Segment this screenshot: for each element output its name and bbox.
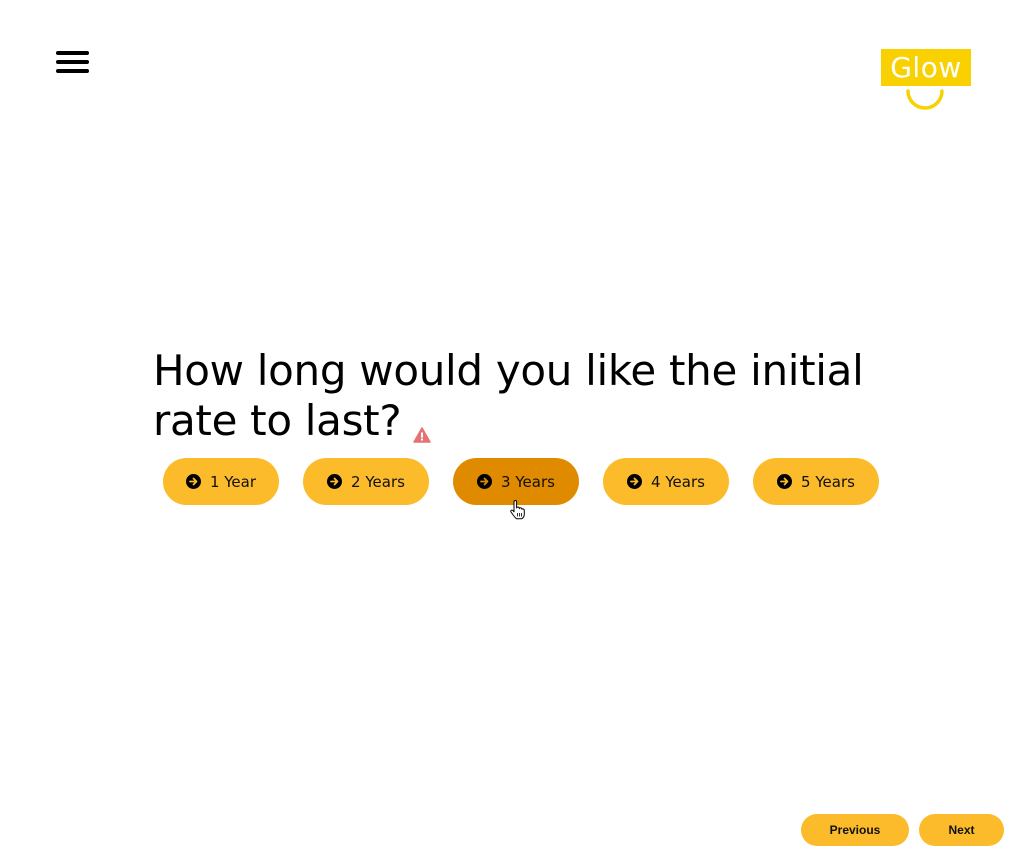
glow-logo[interactable]: Glow (881, 49, 971, 113)
arrow-right-circle-icon (185, 474, 201, 489)
term-options: 1 Year 2 Years 3 Years 4 Years 5 Years (163, 458, 879, 505)
arrow-right-circle-icon (627, 474, 643, 489)
option-label: 3 Years (501, 472, 555, 491)
hamburger-menu-button[interactable] (56, 50, 89, 74)
arrow-right-circle-icon (777, 474, 793, 489)
logo-text: Glow (881, 49, 971, 86)
option-label: 1 Year (209, 472, 257, 491)
option-1-year[interactable]: 1 Year (163, 458, 279, 505)
option-5-years[interactable]: 5 Years (753, 458, 879, 505)
option-label: 4 Years (651, 472, 705, 491)
previous-button[interactable]: Previous (801, 814, 909, 846)
hamburger-menu-icon-line (56, 51, 89, 55)
hamburger-menu-icon-line (56, 69, 89, 73)
arrow-right-circle-icon (477, 474, 493, 489)
question-line-2: rate to last? (153, 396, 402, 445)
option-3-years[interactable]: 3 Years (453, 458, 579, 505)
question-line-1: How long would you like the initial (153, 346, 864, 395)
next-button[interactable]: Next (919, 814, 1004, 846)
warning-triangle-icon (413, 404, 432, 454)
smile-icon (906, 89, 944, 110)
hamburger-menu-icon-line (56, 60, 89, 64)
option-2-years[interactable]: 2 Years (303, 458, 429, 505)
option-label: 2 Years (351, 472, 405, 491)
option-label: 5 Years (801, 472, 855, 491)
option-4-years[interactable]: 4 Years (603, 458, 729, 505)
arrow-right-circle-icon (327, 474, 343, 489)
question-heading: How long would you like the initial rate… (153, 346, 913, 454)
hand-pointer-cursor-icon (510, 500, 525, 520)
